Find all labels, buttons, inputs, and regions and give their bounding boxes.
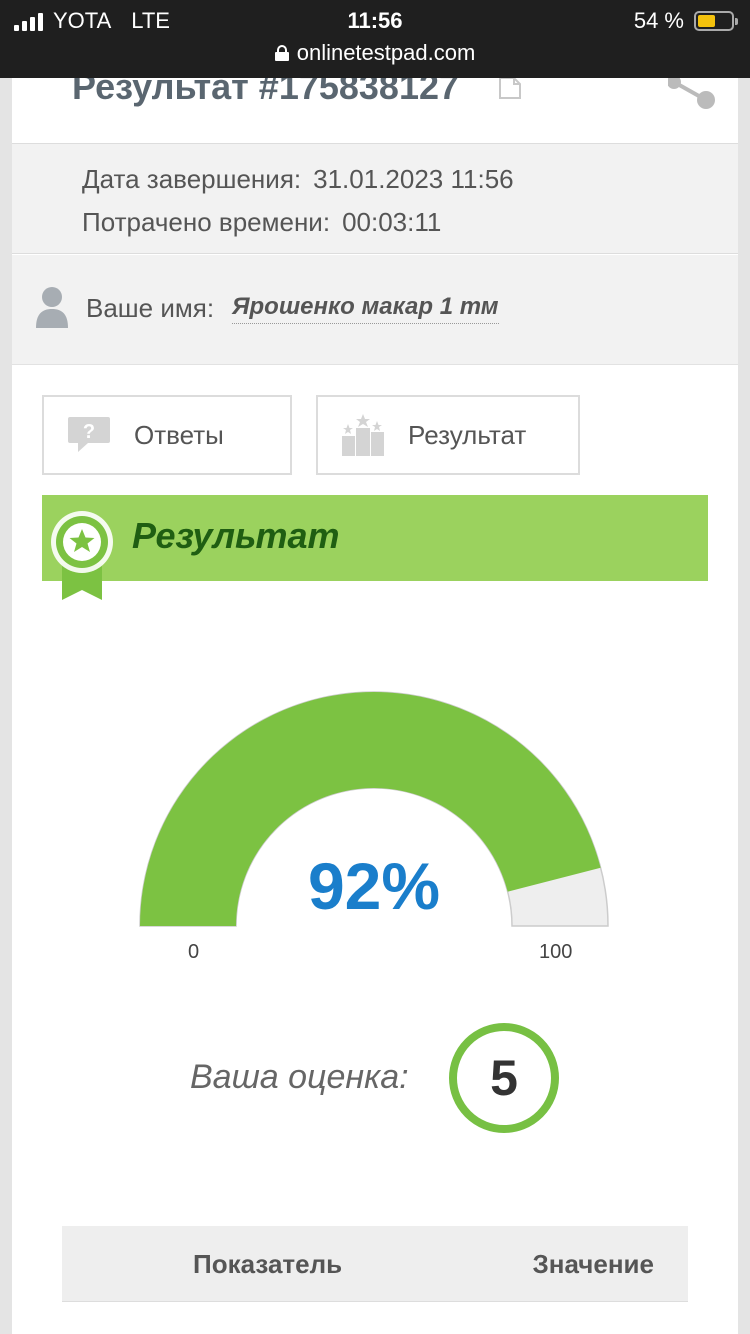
result-banner: Результат	[42, 495, 708, 581]
battery-icon	[694, 11, 738, 31]
status-bar: YOTA LTE 11:56 54 % onlinetestpad.com	[0, 0, 750, 78]
table-header: Показатель Значение	[62, 1226, 688, 1302]
tab-result[interactable]: Результат	[316, 395, 580, 475]
table-row-cropped	[80, 1328, 680, 1334]
result-header: Результат #175838127	[12, 78, 738, 144]
grade-badge: 5	[449, 1023, 559, 1133]
time-spent-value: 00:03:11	[342, 207, 442, 237]
tab-answers-label: Ответы	[134, 419, 224, 450]
battery-percent: 54 %	[633, 8, 684, 33]
question-bubble-icon: ?	[68, 417, 110, 452]
url-text: onlinetestpad.com	[296, 40, 476, 65]
result-meta: Дата завершения: 31.01.2023 11:56 Потраче…	[12, 144, 738, 254]
banner-title: Результат	[132, 515, 340, 556]
page-title: Результат #175838127	[72, 78, 460, 107]
result-card: Результат #175838127 Дата завершения: 31.…	[12, 78, 738, 1334]
svg-text:?: ?	[83, 421, 95, 443]
share-icon[interactable]	[668, 78, 718, 112]
completion-date-label: Дата завершения:	[82, 164, 302, 194]
status-right: 54 %	[633, 8, 738, 34]
completion-date-row: Дата завершения: 31.01.2023 11:56	[82, 164, 514, 195]
time-spent-row: Потрачено времени: 00:03:11	[82, 207, 441, 238]
name-label: Ваше имя:	[86, 293, 215, 323]
name-value[interactable]: Ярошенко макар 1 тм	[232, 293, 499, 324]
user-name-row: Ваше имя: Ярошенко макар 1 тм	[12, 255, 738, 365]
column-header-metric: Показатель	[193, 1249, 343, 1279]
column-header-value: Значение	[532, 1249, 654, 1279]
grade-value: 5	[490, 1050, 518, 1106]
completion-date-value: 31.01.2023 11:56	[313, 164, 514, 194]
address-bar[interactable]: onlinetestpad.com	[0, 40, 750, 66]
gauge-min-label: 0	[188, 941, 200, 963]
gauge-max-label: 100	[539, 941, 573, 963]
lock-icon	[274, 45, 289, 61]
time-spent-label: Потрачено времени:	[82, 207, 331, 237]
copy-icon[interactable]	[498, 78, 524, 102]
gauge-value: 92%	[307, 849, 441, 923]
award-badge-icon	[51, 511, 113, 600]
grade-label: Ваша оценка:	[190, 1058, 409, 1096]
tab-result-label: Результат	[408, 419, 527, 450]
podium-icon	[342, 414, 384, 456]
tab-answers[interactable]: ? Ответы	[42, 395, 292, 475]
user-icon	[36, 287, 68, 328]
